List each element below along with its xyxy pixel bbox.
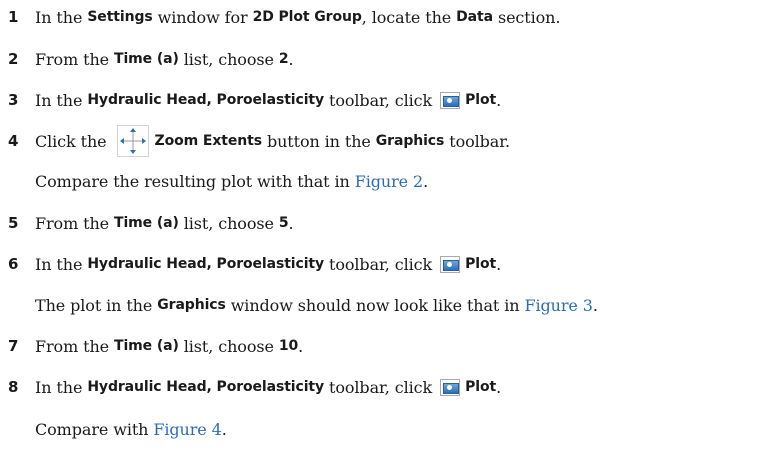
- step-text: .: [496, 377, 502, 397]
- step-text: .: [592, 295, 598, 315]
- ui-term-time-value: 10: [278, 338, 299, 354]
- step-text: button in the: [261, 131, 376, 151]
- step-text: list, choose: [178, 49, 279, 69]
- ui-term-time: Time (a): [114, 51, 179, 67]
- step-text: .: [221, 419, 227, 439]
- ui-term-time-value: 2: [278, 51, 289, 67]
- ui-term-time-value: 5: [278, 215, 289, 231]
- ui-term-plot: Plot: [465, 256, 497, 272]
- step-8-note: Compare with Figure 4 .: [35, 416, 755, 442]
- ui-term-settings: Settings: [87, 9, 153, 25]
- step-text: , locate the: [361, 7, 457, 27]
- plot-icon: [440, 378, 461, 396]
- step-4-note: Compare the resulting plot with that in …: [35, 168, 755, 194]
- step-number: 1: [8, 8, 19, 26]
- step-number: 2: [8, 50, 19, 68]
- ui-term-data: Data: [456, 9, 493, 25]
- figure-3-link[interactable]: Figure 3: [524, 296, 592, 315]
- step-number: 5: [8, 214, 19, 232]
- ui-term-plot: Plot: [465, 92, 497, 108]
- zoom-extents-icon: [116, 125, 149, 157]
- step-number: 7: [8, 337, 19, 355]
- step-1: 1 In the Settings window for 2D Plot Gro…: [8, 4, 755, 30]
- step-text: From the: [35, 49, 115, 69]
- step-text: list, choose: [178, 336, 279, 356]
- ui-term-graphics: Graphics: [375, 133, 445, 149]
- plot-icon: [440, 91, 461, 109]
- step-text: toolbar, click: [324, 254, 438, 274]
- figure-2-link[interactable]: Figure 2: [355, 172, 423, 191]
- step-text: Compare the resulting plot with that in: [35, 171, 355, 191]
- step-number: 6: [8, 255, 19, 273]
- step-6: 6 In the Hydraulic Head, Poroelasticity …: [8, 251, 755, 277]
- instruction-document: 1 In the Settings window for 2D Plot Gro…: [0, 0, 759, 458]
- step-text: list, choose: [178, 213, 279, 233]
- ui-term-zoom-extents: Zoom Extents: [154, 133, 263, 149]
- step-text: .: [496, 90, 502, 110]
- ui-term-graphics: Graphics: [157, 297, 226, 313]
- figure-4-link[interactable]: Figure 4: [153, 420, 221, 439]
- step-text: window should now look like that in: [225, 295, 525, 315]
- step-text: toolbar, click: [324, 377, 438, 397]
- step-3: 3 In the Hydraulic Head, Poroelasticity …: [8, 87, 755, 113]
- step-number: 3: [8, 91, 19, 109]
- step-text: toolbar.: [444, 131, 511, 151]
- step-text: window for: [152, 7, 253, 27]
- step-text: From the: [35, 213, 115, 233]
- step-text: In the: [35, 254, 88, 274]
- step-number: 4: [8, 132, 19, 150]
- ui-term-time: Time (a): [114, 338, 179, 354]
- ui-term-hydraulic-head-toolbar: Hydraulic Head, Poroelasticity: [87, 92, 325, 108]
- step-text: The plot in the: [35, 295, 158, 315]
- ui-term-plot: Plot: [465, 379, 497, 395]
- step-text: From the: [35, 336, 115, 356]
- ui-term-2d-plot-group: 2D Plot Group: [252, 9, 362, 25]
- step-text: In the: [35, 90, 88, 110]
- step-text: In the: [35, 7, 88, 27]
- ui-term-hydraulic-head-toolbar: Hydraulic Head, Poroelasticity: [87, 256, 325, 272]
- step-number: 8: [8, 378, 19, 396]
- step-text: .: [288, 49, 294, 69]
- step-6-note: The plot in the Graphics window should n…: [35, 292, 755, 318]
- step-8: 8 In the Hydraulic Head, Poroelasticity …: [8, 374, 755, 400]
- plot-icon: [440, 255, 461, 273]
- step-5: 5 From the Time (a) list, choose 5 .: [8, 210, 755, 236]
- step-text: .: [423, 171, 429, 191]
- step-text: .: [496, 254, 502, 274]
- step-7: 7 From the Time (a) list, choose 10 .: [8, 333, 755, 359]
- step-text: .: [298, 336, 304, 356]
- step-text: In the: [35, 377, 88, 397]
- step-text: Compare with: [35, 419, 154, 439]
- step-text: .: [288, 213, 294, 233]
- step-text: section.: [492, 7, 561, 27]
- step-text: toolbar, click: [324, 90, 438, 110]
- step-2: 2 From the Time (a) list, choose 2 .: [8, 46, 755, 72]
- step-4: 4 Click the Zoom Extents button in the G…: [8, 125, 755, 157]
- step-text: Click the: [35, 131, 112, 151]
- ui-term-hydraulic-head-toolbar: Hydraulic Head, Poroelasticity: [87, 379, 325, 395]
- ui-term-time: Time (a): [114, 215, 179, 231]
